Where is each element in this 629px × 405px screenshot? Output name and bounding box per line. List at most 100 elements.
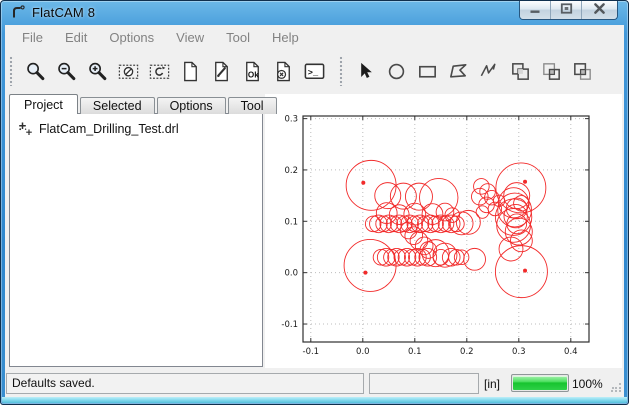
drill-hole-circle [523,180,526,183]
zoom-fit-icon [24,60,47,83]
zoom-out-button[interactable] [55,57,79,85]
polygon-subtract-button[interactable] [571,57,595,85]
client-area: FileEditOptionsViewToolHelp Ok>_ Project… [5,25,624,397]
subtract-icon [571,60,594,83]
flatcam-logo-icon [10,4,26,20]
cancel-changes-button[interactable] [272,57,296,85]
drill-plot: -0.10.00.10.20.30.4-0.10.00.10.20.3 [265,94,622,368]
x-tick-label: 0.2 [460,347,474,357]
drill-hole-circle [410,232,428,250]
maximize-button[interactable] [551,1,582,19]
toolbar-drag-handle[interactable] [339,56,344,86]
y-tick-label: -0.1 [281,320,298,330]
tree-item[interactable]: FlatCam_Drilling_Test.drl [10,114,262,137]
polygon-intersection-button[interactable] [540,57,564,85]
zoom-fit-button[interactable] [24,57,48,85]
menu-edit[interactable]: Edit [56,27,96,48]
units-label: [in] [484,377,500,391]
new-project-button[interactable] [179,57,203,85]
y-tick-label: 0.2 [284,166,298,176]
close-button[interactable] [582,1,617,19]
draw-circle-button[interactable] [385,57,409,85]
geometry-editor-toolbar [339,56,598,86]
clear-plot-button[interactable] [117,57,141,85]
tab-options[interactable]: Options [157,97,226,114]
drill-hole-circle [523,269,526,272]
new-file-icon [179,60,202,83]
resize-grip-icon[interactable] [610,384,620,394]
drill-hole-circle [362,181,365,184]
window-controls [519,1,618,20]
draw-rectangle-button[interactable] [416,57,440,85]
drill-hole-circle [464,248,486,270]
maximize-icon [560,1,573,19]
project-tree-panel[interactable]: FlatCam_Drilling_Test.drl [9,113,263,367]
intersection-icon [540,60,563,83]
status-bar: Defaults saved. [in] 100% [5,369,624,397]
minimize-icon [529,1,541,19]
polygon-union-button[interactable] [509,57,533,85]
y-tick-label: 0.1 [284,217,298,227]
rectangle-tool-icon [416,60,439,83]
status-aux-box [369,373,479,394]
replot-icon [148,60,171,83]
union-icon [509,60,532,83]
select-button[interactable] [354,57,378,85]
y-tick-label: 0.0 [284,269,298,279]
menu-tool[interactable]: Tool [217,27,259,48]
svg-text:Ok: Ok [248,70,259,79]
menubar: FileEditOptionsViewToolHelp [5,25,624,49]
y-tick-label: 0.3 [284,115,298,125]
status-message: Defaults saved. [6,373,364,394]
menu-options[interactable]: Options [100,27,163,48]
polygon-tool-icon [447,60,470,83]
zoom-in-icon [86,60,109,83]
x-tick-label: 0.0 [356,347,370,357]
terminal-icon: >_ [303,60,326,83]
menu-help[interactable]: Help [263,27,308,48]
x-tick-label: 0.3 [512,347,526,357]
drill-hole-circle [476,206,488,218]
progress-percent-label: 100% [572,377,603,391]
zoom-in-button[interactable] [86,57,110,85]
arrow-cursor-icon [354,60,377,83]
minimize-button[interactable] [520,1,551,19]
zoom-out-icon [55,60,78,83]
polyline-tool-icon [478,60,501,83]
replot-button[interactable] [148,57,172,85]
draw-path-button[interactable] [478,57,502,85]
x-tick-label: 0.1 [408,347,422,357]
menu-view[interactable]: View [167,27,213,48]
plot-toolbar: Ok >_ [9,56,330,86]
ok-file-icon: Ok [241,60,264,83]
tab-selected[interactable]: Selected [80,97,155,114]
tree-item-label: FlatCam_Drilling_Test.drl [39,122,179,136]
menu-file[interactable]: File [13,27,52,48]
drill-hole-circle [495,246,547,298]
progress-bar [511,374,569,392]
shell-button[interactable]: >_ [303,57,327,85]
accept-changes-button[interactable]: Ok [241,57,265,85]
drill-hole-circle [499,237,523,261]
cancel-file-icon [272,60,295,83]
clear-plot-icon [117,60,140,83]
titlebar[interactable]: FlatCAM 8 [1,1,628,25]
tab-tool[interactable]: Tool [228,97,277,114]
circle-tool-icon [385,60,408,83]
flatcam-window: FlatCAM 8 FileEditOptionsViewToolHelp Ok… [0,0,629,405]
tab-project[interactable]: Project [9,94,78,114]
toolbar: Ok >_ [5,49,624,93]
window-title: FlatCAM 8 [32,5,95,20]
drill-hole-circle [364,271,367,274]
edit-file-icon [210,60,233,83]
svg-text:>_: >_ [308,67,319,77]
x-tick-label: 0.4 [564,347,578,357]
plot-frame [303,116,589,342]
plot-canvas[interactable]: -0.10.00.10.20.30.4-0.10.00.10.20.3 [265,94,622,368]
draw-polygon-button[interactable] [447,57,471,85]
open-project-button[interactable] [210,57,234,85]
progress-fill [513,376,567,390]
close-icon [593,1,606,19]
drill-hole-circle [405,183,432,210]
toolbar-drag-handle[interactable] [9,56,14,86]
